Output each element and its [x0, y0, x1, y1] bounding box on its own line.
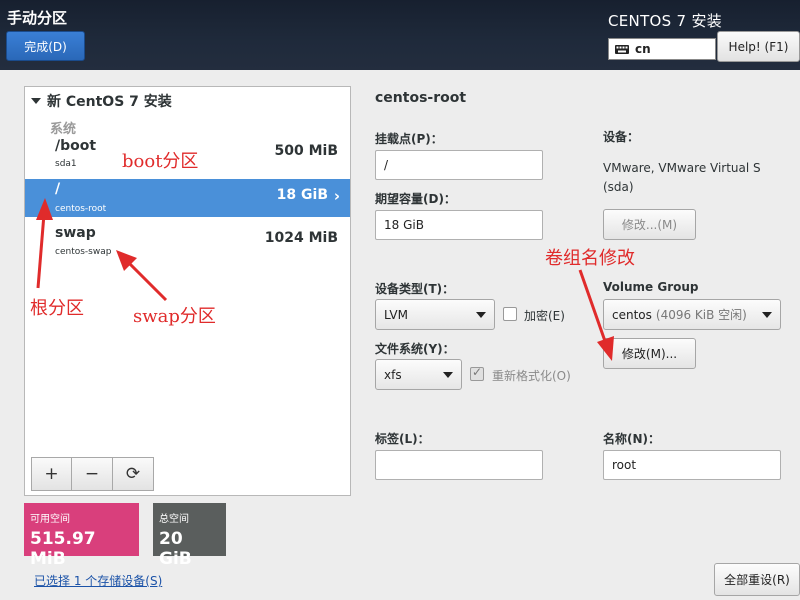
- product-title: CENTOS 7 安装: [608, 12, 723, 30]
- partition-device: centos-swap: [55, 247, 112, 257]
- total-space-label: 总空间: [159, 514, 189, 525]
- reset-all-button[interactable]: 全部重设(R): [714, 563, 800, 596]
- mount-point-label: 挂载点(P)：: [375, 132, 443, 146]
- device-label: 设备：: [603, 130, 640, 144]
- device-type-select[interactable]: LVM: [375, 299, 495, 330]
- device-value-sub: (sda): [603, 180, 634, 194]
- top-bar: 手动分区 完成(D) CENTOS 7 安装 cn Help! (F1): [0, 0, 800, 70]
- volume-group-value: centos: [612, 307, 652, 322]
- keyboard-icon: [615, 44, 629, 54]
- total-space-value: 20 GiB: [159, 529, 192, 569]
- keyboard-layout-label: cn: [635, 42, 651, 56]
- volume-group-select[interactable]: centos (4096 KiB 空闲): [603, 299, 781, 330]
- available-space-value: 515.97 MiB: [30, 529, 96, 569]
- available-space-label: 可用空间: [30, 514, 70, 525]
- partition-device: centos-root: [55, 204, 107, 214]
- remove-partition-button[interactable]: −: [72, 457, 113, 491]
- page-title: 手动分区: [7, 9, 68, 27]
- done-button[interactable]: 完成(D): [6, 31, 85, 61]
- dropdown-arrow-icon: [476, 312, 486, 318]
- help-button[interactable]: Help! (F1): [717, 31, 800, 62]
- modify-volume-group-button[interactable]: 修改(M)...: [603, 338, 696, 369]
- selected-devices-link[interactable]: 已选择 1 个存储设备(S): [34, 572, 162, 589]
- volume-group-free: (4096 KiB 空闲): [655, 308, 747, 322]
- tag-field[interactable]: [375, 450, 543, 480]
- filesystem-label: 文件系统(Y)：: [375, 342, 455, 356]
- filesystem-select[interactable]: xfs: [375, 359, 462, 390]
- filesystem-value: xfs: [384, 367, 402, 382]
- dropdown-arrow-icon: [762, 312, 772, 318]
- device-type-value: LVM: [384, 307, 408, 322]
- partition-size: 18 GiB: [276, 187, 328, 203]
- partition-row-swap[interactable]: swap centos-swap 1024 MiB: [25, 223, 350, 265]
- tag-label: 标签(L)：: [375, 432, 430, 446]
- annotation-vg: 卷组名修改: [545, 248, 635, 269]
- available-space-box: 可用空间 515.97 MiB: [24, 503, 139, 569]
- name-label: 名称(N)：: [603, 432, 661, 446]
- reformat-label: 重新格式化(O): [492, 369, 571, 383]
- modify-device-button[interactable]: 修改...(M): [603, 209, 696, 240]
- device-type-label: 设备类型(T)：: [375, 282, 455, 296]
- chevron-right-icon: ›: [333, 187, 340, 205]
- keyboard-layout-indicator[interactable]: cn: [608, 38, 716, 60]
- name-field[interactable]: root: [603, 450, 781, 480]
- partition-toolbar: + − ⟳: [31, 457, 155, 491]
- partition-row-root[interactable]: / centos-root 18 GiB ›: [25, 179, 350, 217]
- add-partition-button[interactable]: +: [31, 457, 72, 491]
- capacity-field[interactable]: 18 GiB: [375, 210, 543, 240]
- total-space-box: 总空间 20 GiB: [153, 503, 226, 569]
- volume-group-label: Volume Group: [603, 280, 699, 294]
- encrypt-label: 加密(E): [524, 309, 565, 323]
- expand-triangle-icon: [31, 98, 41, 104]
- partition-device: sda1: [55, 159, 77, 169]
- refresh-button[interactable]: ⟳: [113, 457, 154, 491]
- dropdown-arrow-icon: [443, 372, 453, 378]
- partition-mount: swap: [55, 225, 96, 241]
- annotation-swap: swap分区: [133, 306, 216, 327]
- details-title: centos-root: [375, 90, 467, 106]
- device-value: VMware, VMware Virtual S: [603, 161, 761, 175]
- annotation-root: 根分区: [30, 298, 84, 319]
- mount-point-field[interactable]: /: [375, 150, 543, 180]
- installation-tree-header[interactable]: 新 CentOS 7 安装: [31, 91, 172, 111]
- capacity-label: 期望容量(D)：: [375, 192, 456, 206]
- partition-size: 500 MiB: [274, 143, 339, 159]
- partition-size: 1024 MiB: [264, 230, 338, 246]
- partition-mount: /boot: [55, 138, 97, 154]
- reformat-checkbox[interactable]: [470, 365, 484, 381]
- installation-tree-title: 新 CentOS 7 安装: [47, 94, 172, 110]
- encrypt-checkbox[interactable]: [503, 307, 517, 321]
- annotation-boot: boot分区: [122, 151, 199, 172]
- partition-mount: /: [55, 181, 61, 197]
